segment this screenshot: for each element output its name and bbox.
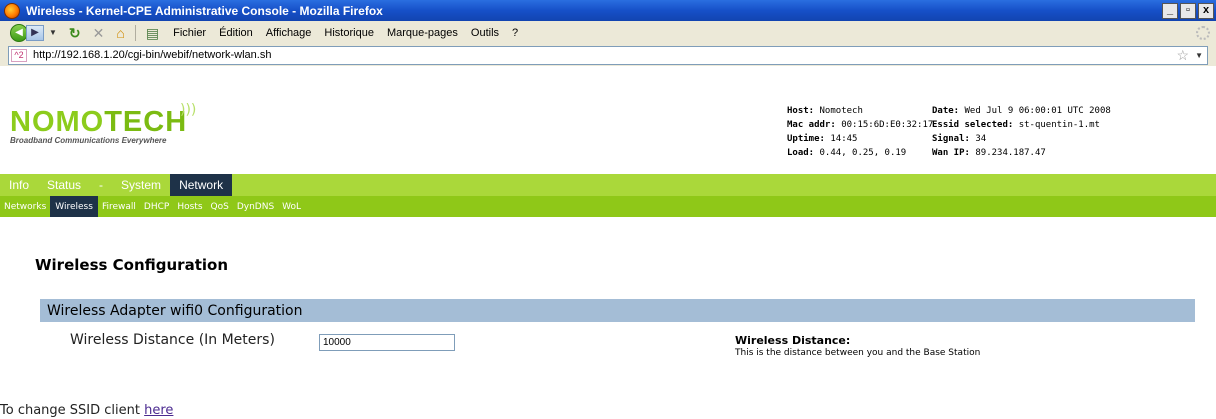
info-load: Load: 0.44, 0.25, 0.19 [787, 148, 907, 158]
bookmark-star-icon[interactable]: ☆ [1176, 47, 1189, 64]
home-icon[interactable]: ⌂ [116, 26, 124, 40]
subtab-qos[interactable]: QoS [207, 196, 233, 217]
section-header: Wireless Adapter wifi0 Configuration [40, 299, 1195, 322]
throbber-icon [1196, 25, 1210, 40]
tab-network[interactable]: Network [170, 174, 233, 196]
page-title: Wireless Configuration [35, 256, 228, 274]
logo-word-b: TECH [104, 106, 188, 138]
signal-waves-icon: ))) [180, 102, 197, 118]
firefox-icon [4, 2, 20, 19]
window-title: Wireless - Kernel-CPE Administrative Con… [26, 3, 383, 18]
ssid-here-link[interactable]: here [144, 403, 173, 418]
close-button[interactable]: x [1198, 2, 1214, 19]
ssid-prefix: To change SSID client [0, 403, 145, 418]
reload-icon[interactable]: ↻ [69, 26, 81, 40]
info-wan-ip: Wan IP: 89.234.187.47 [932, 148, 1046, 158]
tab-info[interactable]: Info [0, 174, 38, 196]
downloads-icon[interactable]: ▤ [146, 26, 159, 40]
distance-input[interactable] [319, 334, 455, 351]
stop-icon[interactable]: ✕ [93, 26, 105, 40]
distance-label: Wireless Distance (In Meters) [70, 332, 275, 348]
maximize-button[interactable]: ▫ [1180, 2, 1196, 19]
menu-tools[interactable]: Outils [471, 27, 499, 39]
menu-history[interactable]: Historique [324, 27, 374, 39]
menu-view[interactable]: Affichage [266, 27, 312, 39]
url-dropdown-icon[interactable]: ▼ [1195, 51, 1203, 60]
forward-icon[interactable]: ▶ [26, 24, 44, 41]
logo-word-a: NOMO [10, 106, 105, 138]
ssid-change-line: To change SSID client here [0, 403, 173, 418]
subtab-networks[interactable]: Networks [0, 196, 50, 217]
info-host: Host: Nomotech [787, 106, 863, 116]
logo-tagline: Broadband Communications Everywhere [10, 136, 167, 145]
subtab-wol[interactable]: WoL [278, 196, 305, 217]
info-uptime: Uptime: 14:45 [787, 134, 858, 144]
menu-bookmarks[interactable]: Marque-pages [387, 27, 458, 39]
subtab-hosts[interactable]: Hosts [173, 196, 206, 217]
tab-separator: - [99, 178, 104, 192]
info-mac: Mac addr: 00:15:6D:E0:32:17 [787, 120, 934, 130]
browser-toolbar: ◀ ▶ ▼ ↻ ✕ ⌂ ▤ Fichier Édition Affichage … [0, 21, 1216, 44]
subtab-dyndns[interactable]: DynDNS [233, 196, 278, 217]
menu-help[interactable]: ? [512, 27, 518, 39]
main-nav: Info Status - System Network [0, 174, 1216, 196]
info-date: Date: Wed Jul 9 06:00:01 UTC 2008 [932, 106, 1111, 116]
tab-status[interactable]: Status [38, 174, 90, 196]
address-toolbar: ^2 http://192.168.1.20/cgi-bin/webif/net… [0, 44, 1216, 66]
menu-edit[interactable]: Édition [219, 27, 253, 39]
history-buttons: ◀ ▶ ▼ [10, 23, 57, 42]
nomotech-logo: NOMOTECH ))) Broadband Communications Ev… [10, 102, 196, 145]
window-controls: _ ▫ x [1162, 2, 1214, 19]
system-info: Host: Nomotech Date: Wed Jul 9 06:00:01 … [787, 104, 1172, 160]
info-signal: Signal: 34 [932, 134, 987, 144]
subtab-firewall[interactable]: Firewall [98, 196, 140, 217]
subtab-wireless[interactable]: Wireless [50, 196, 98, 217]
sub-nav: Networks Wireless Firewall DHCP Hosts Qo… [0, 196, 1216, 217]
menu-bar: Fichier Édition Affichage Historique Mar… [173, 27, 518, 39]
logo-wordmark: NOMOTECH [10, 106, 188, 138]
history-dropdown-icon[interactable]: ▼ [49, 28, 57, 37]
tab-system[interactable]: System [112, 174, 170, 196]
subtab-dhcp[interactable]: DHCP [140, 196, 173, 217]
minimize-button[interactable]: _ [1162, 2, 1178, 19]
window-titlebar: Wireless - Kernel-CPE Administrative Con… [0, 0, 1216, 21]
toolbar-separator [134, 24, 136, 41]
menu-file[interactable]: Fichier [173, 27, 206, 39]
url-text[interactable]: http://192.168.1.20/cgi-bin/webif/networ… [33, 49, 271, 61]
site-identity-icon[interactable]: ^2 [11, 48, 27, 62]
help-text: This is the distance between you and the… [735, 348, 981, 358]
page-viewport: NOMOTECH ))) Broadband Communications Ev… [0, 66, 1216, 419]
info-essid: Essid selected: st-quentin-1.mt [932, 120, 1100, 130]
url-field[interactable]: ^2 http://192.168.1.20/cgi-bin/webif/net… [8, 45, 1208, 65]
help-title: Wireless Distance: [735, 334, 851, 347]
